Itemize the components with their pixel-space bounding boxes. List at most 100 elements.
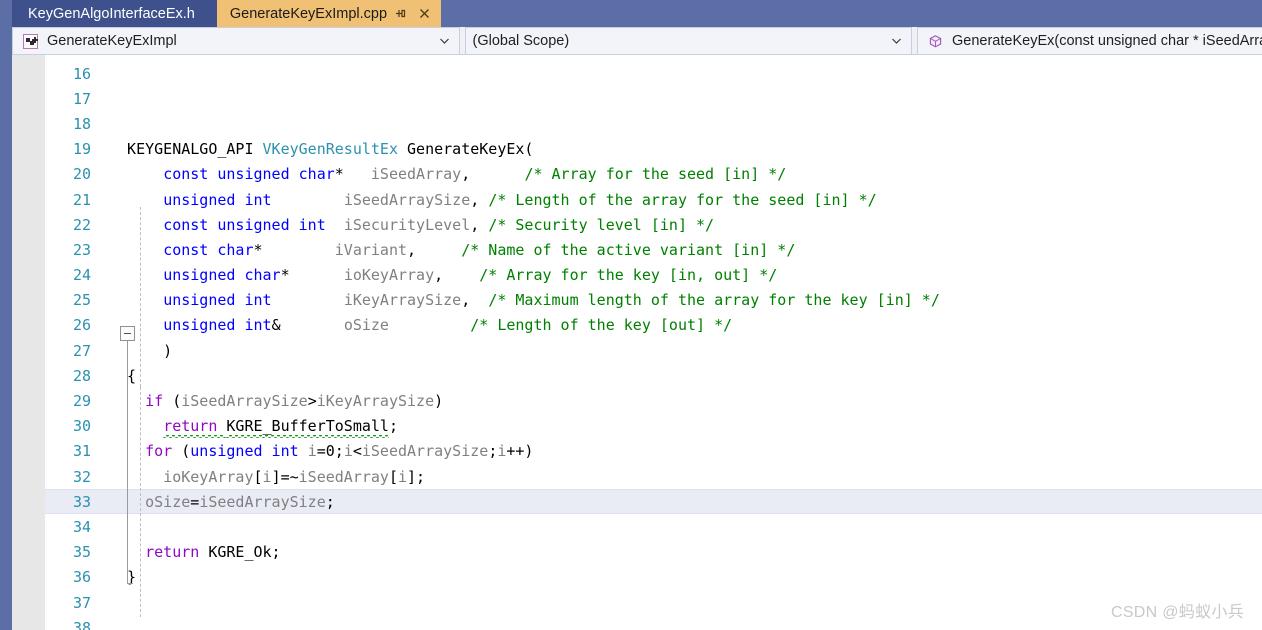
chevron-down-icon[interactable]: [887, 38, 905, 44]
code-line[interactable]: 17: [12, 86, 1262, 111]
code-line-text: unsigned int iSeedArraySize, /* Length o…: [100, 190, 876, 209]
code-token: ,: [434, 266, 480, 285]
code-token: iKeyArraySize: [343, 291, 462, 310]
global-scope-value: (Global Scope): [472, 33, 570, 49]
code-token: const unsigned int: [163, 215, 326, 234]
code-token: i: [307, 442, 317, 461]
code-line[interactable]: 20 const unsigned char* iSeedArray, /* A…: [12, 162, 1262, 187]
code-line-text: unsigned int& oSize /* Length of the key…: [100, 316, 732, 334]
code-token: /* Array for the key [in, out] */: [479, 266, 778, 285]
code-token: iSecurityLevel: [343, 215, 471, 234]
code-line-text: for (unsigned int i=0;i<iSeedArraySize;i…: [100, 442, 533, 460]
code-line-text: ioKeyArray[i]=~iSeedArray[i];: [100, 468, 425, 486]
line-number: 18: [72, 114, 91, 133]
code-token: {: [109, 366, 137, 385]
tab-label: GenerateKeyExImpl.cpp: [229, 5, 388, 22]
code-line-text: oSize=iSeedArraySize;: [100, 493, 335, 511]
code-token: iSeedArray: [298, 467, 389, 486]
code-line[interactable]: 33 oSize=iSeedArraySize;: [12, 489, 1262, 515]
code-token: iSeedArraySize: [343, 190, 471, 209]
code-line[interactable]: 30 return KGRE_BufferToSmall;: [12, 414, 1262, 439]
code-lines[interactable]: 16 17 18 19 KEYGENALGO_API VKeyGenResultEx …: [12, 61, 1262, 630]
code-line[interactable]: 29 if (iSeedArraySize>iKeyArraySize): [12, 388, 1262, 413]
code-line[interactable]: 21 unsigned int iSeedArraySize, /* Lengt…: [12, 187, 1262, 212]
line-number: 33: [72, 492, 91, 511]
line-number: 23: [72, 240, 91, 259]
code-token: i: [262, 467, 272, 486]
code-token: *: [253, 240, 335, 259]
code-line[interactable]: 16: [12, 61, 1262, 86]
code-token: *: [334, 165, 371, 184]
window-left-rail: [0, 0, 12, 630]
code-token: iVariant: [334, 240, 408, 259]
tab-label: KeyGenAlgoInterfaceEx.h: [28, 5, 195, 22]
code-line[interactable]: 38: [12, 615, 1262, 630]
code-token: GenerateKeyEx(: [398, 140, 534, 159]
code-line[interactable]: 34: [12, 514, 1262, 539]
tab-generatekeyeximpl-cpp[interactable]: GenerateKeyExImpl.cpp: [216, 0, 394, 27]
code-token: unsigned int: [163, 316, 272, 335]
code-line[interactable]: 31 for (unsigned int i=0;i<iSeedArraySiz…: [12, 439, 1262, 464]
code-line[interactable]: 25 unsigned int iKeyArraySize, /* Maximu…: [12, 288, 1262, 313]
line-number: 24: [72, 266, 91, 285]
code-token: [: [388, 467, 398, 486]
line-number: 16: [72, 64, 91, 83]
code-token: ,: [461, 291, 489, 310]
code-line-text: const char* iVariant, /* Name of the act…: [100, 241, 795, 259]
chevron-down-icon[interactable]: [435, 38, 453, 44]
tab-keygenalgointerfaceex-h[interactable]: KeyGenAlgoInterfaceEx.h: [12, 0, 217, 27]
code-line[interactable]: 35 return KGRE_Ok;: [12, 540, 1262, 565]
code-token: iSeedArraySize: [361, 442, 489, 461]
code-line[interactable]: 28 {: [12, 363, 1262, 388]
line-number: 34: [72, 517, 91, 536]
code-token: <: [352, 442, 362, 461]
project-scope-dropdown[interactable]: GenerateKeyExImpl: [12, 27, 461, 55]
line-number: 20: [72, 165, 91, 184]
code-token: unsigned int: [163, 190, 272, 209]
code-line-text: if (iSeedArraySize>iKeyArraySize): [100, 392, 443, 410]
code-token: iSeedArraySize: [199, 492, 326, 511]
code-line[interactable]: 36 }: [12, 565, 1262, 590]
line-number: 38: [72, 618, 91, 630]
code-line-text: }: [100, 568, 136, 586]
code-token: ): [434, 392, 444, 411]
code-token: /* Array for the seed [in] */: [524, 165, 787, 184]
code-line[interactable]: 19 KEYGENALGO_API VKeyGenResultEx Genera…: [12, 137, 1262, 162]
close-icon[interactable]: [417, 7, 431, 21]
line-number: 25: [72, 291, 91, 310]
code-token: KGRE_BufferToSmall: [226, 417, 389, 436]
code-token: ,: [407, 240, 462, 259]
code-token: const unsigned char: [163, 165, 335, 184]
line-number: 19: [72, 140, 91, 159]
code-line[interactable]: 37: [12, 590, 1262, 615]
code-token: if: [145, 392, 164, 411]
code-line-text: return KGRE_BufferToSmall;: [100, 417, 398, 435]
member-function-dropdown[interactable]: GenerateKeyEx(const unsigned char * iSee…: [917, 27, 1262, 55]
line-number: 32: [72, 467, 91, 486]
code-token: unsigned int: [190, 442, 299, 461]
editor-tab-strip: KeyGenAlgoInterfaceEx.h GenerateKeyExImp…: [12, 0, 1262, 27]
code-line[interactable]: 27 ): [12, 338, 1262, 363]
navigation-bar: GenerateKeyExImpl (Global Scope) Generat…: [12, 27, 1262, 55]
code-token: ;: [325, 492, 335, 511]
code-line[interactable]: 24 unsigned char* ioKeyArray, /* Array f…: [12, 263, 1262, 288]
code-token: i: [398, 467, 408, 486]
code-line[interactable]: 23 const char* iVariant, /* Name of the …: [12, 237, 1262, 262]
code-token: (: [172, 442, 191, 461]
code-line[interactable]: 18: [12, 111, 1262, 136]
code-line[interactable]: 32 ioKeyArray[i]=~iSeedArray[i];: [12, 464, 1262, 489]
global-scope-dropdown[interactable]: (Global Scope): [465, 27, 912, 55]
code-token: }: [109, 568, 137, 587]
code-line-text: ): [100, 342, 172, 360]
code-token: iSeedArraySize: [181, 392, 308, 411]
code-line[interactable]: 22 const unsigned int iSecurityLevel, /*…: [12, 212, 1262, 237]
code-editor-surface[interactable]: 16 17 18 19 KEYGENALGO_API VKeyGenResultEx …: [12, 55, 1262, 630]
code-line[interactable]: 26 unsigned int& oSize /* Length of the …: [12, 313, 1262, 338]
pin-icon[interactable]: [393, 7, 407, 21]
